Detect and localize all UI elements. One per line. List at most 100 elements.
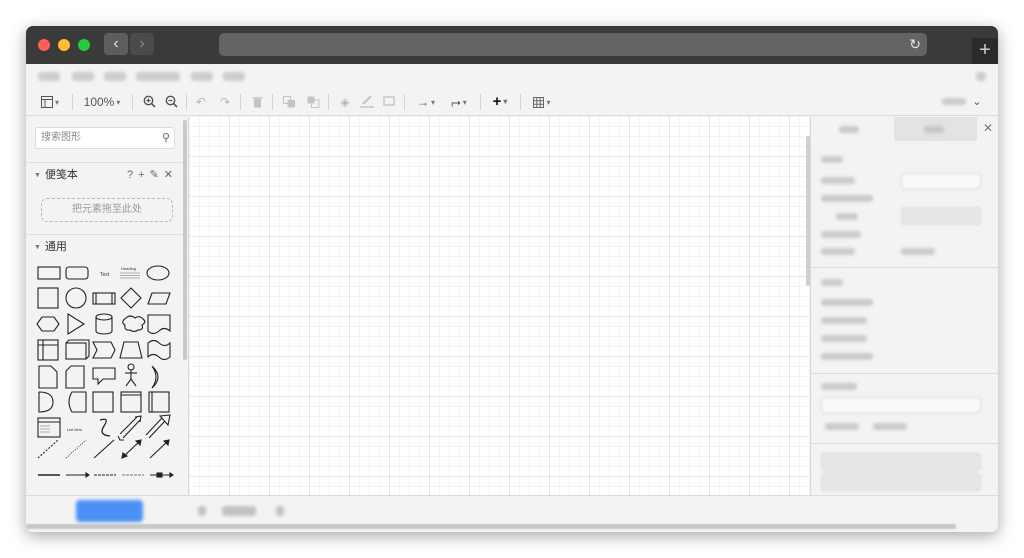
option-1[interactable] (821, 299, 873, 306)
zoom-out-button[interactable] (162, 93, 180, 111)
line-shape[interactable] (93, 439, 115, 459)
directional-connector-shape[interactable] (149, 439, 170, 459)
dotted-line-shape[interactable] (65, 439, 87, 459)
add-page-button[interactable] (276, 506, 284, 516)
toolbar-extra[interactable] (942, 98, 966, 105)
minimize-window-button[interactable] (58, 39, 70, 51)
collapse-toolbar-button[interactable]: ⌄ (970, 93, 984, 111)
internal-storage-shape[interactable] (37, 339, 59, 361)
page-view-option[interactable] (821, 195, 873, 202)
close-window-button[interactable] (38, 39, 50, 51)
delay-shape[interactable] (38, 391, 54, 413)
help-icon[interactable]: ? (127, 169, 138, 181)
tape-shape[interactable] (147, 339, 171, 361)
paper-size-select[interactable] (821, 397, 981, 413)
connection-style-button[interactable]: → ▾ (412, 93, 440, 111)
sidebar-scrollbar[interactable] (183, 120, 187, 360)
option-4[interactable] (821, 353, 873, 360)
curve-shape[interactable] (99, 418, 111, 437)
bidirectional-connector-shape[interactable] (121, 439, 142, 459)
labeled-connector-shape[interactable] (150, 471, 174, 479)
parallelogram-shape[interactable] (147, 292, 171, 305)
menu-item-5[interactable] (191, 72, 213, 81)
undo-button[interactable]: ↶ (192, 93, 210, 111)
landscape-option[interactable] (873, 423, 907, 430)
zoom-in-button[interactable] (140, 93, 158, 111)
delete-button[interactable] (248, 93, 266, 111)
note-shape[interactable] (38, 365, 58, 389)
menu-item-6[interactable] (223, 72, 245, 81)
cloud-shape[interactable] (122, 315, 146, 333)
hexagon-shape[interactable] (36, 316, 60, 332)
card-shape[interactable] (65, 365, 85, 389)
zoom-select[interactable]: 100% ▾ (78, 93, 126, 111)
cube-shape[interactable] (65, 339, 90, 360)
view-panels-button[interactable]: ▾ (38, 93, 62, 111)
ellipse-shape[interactable] (146, 265, 170, 281)
option-3[interactable] (821, 335, 867, 342)
actor-shape[interactable] (125, 363, 137, 387)
menu-item-1[interactable] (38, 72, 60, 81)
new-tab-button[interactable]: + (972, 38, 998, 64)
background-button[interactable] (901, 207, 981, 225)
scratchpad-header[interactable]: ▼ 便笺本 ?+✎✕ (26, 162, 184, 186)
shadow-button[interactable] (380, 93, 398, 111)
swimlane-shape[interactable] (92, 391, 114, 413)
waypoints-button[interactable]: ⮣ ▾ (444, 93, 474, 111)
scratchpad-dropzone[interactable]: 把元素拖至此处 (41, 198, 173, 222)
sketch-option[interactable] (901, 248, 935, 255)
table-button[interactable]: ▾ (528, 93, 556, 111)
general-header[interactable]: ▼ 通用 (26, 234, 184, 258)
data-storage-shape[interactable] (68, 391, 87, 413)
pages-menu-button[interactable] (198, 506, 206, 516)
menu-item-2[interactable] (72, 72, 94, 81)
diamond-shape[interactable] (120, 287, 142, 309)
trapezoid-shape[interactable] (119, 341, 143, 359)
page-horizontal-scrollbar[interactable] (26, 524, 956, 529)
page-tab[interactable] (222, 506, 256, 516)
triangle-shape[interactable] (67, 313, 86, 335)
list-item-shape[interactable]: List Item (67, 427, 83, 432)
close-icon[interactable]: ✕ (164, 169, 178, 181)
fill-color-button[interactable]: ◈ (336, 93, 354, 111)
callout-shape[interactable] (92, 367, 116, 386)
add-icon[interactable]: + (138, 169, 149, 181)
step-shape[interactable] (92, 341, 116, 359)
square-shape[interactable] (37, 287, 59, 309)
insert-button[interactable]: + ▾ (486, 93, 514, 111)
line-color-button[interactable] (358, 93, 376, 111)
forward-button[interactable]: › (130, 33, 154, 55)
fullscreen-toggle[interactable] (976, 72, 986, 81)
back-button[interactable]: ‹ (104, 33, 128, 55)
close-icon[interactable]: ✕ (983, 121, 993, 135)
vertical-container-shape[interactable] (148, 391, 170, 413)
circle-shape[interactable] (65, 287, 87, 309)
option-2[interactable] (821, 317, 867, 324)
background-color-option[interactable] (821, 231, 861, 238)
textbox-shape[interactable]: Heading (120, 266, 140, 279)
grid-option[interactable] (821, 177, 855, 184)
tab-style[interactable] (894, 117, 977, 141)
to-front-button[interactable] (280, 93, 298, 111)
zoom-window-button[interactable] (78, 39, 90, 51)
address-bar[interactable]: ↻ (219, 33, 927, 56)
container-shape[interactable] (120, 391, 142, 413)
process-shape[interactable] (92, 292, 116, 305)
document-wave-shape[interactable] (147, 314, 171, 335)
shape-search-input[interactable]: 搜索图形 ⚲ (35, 127, 175, 149)
or-shape[interactable] (151, 365, 159, 389)
reload-icon[interactable]: ↻ (909, 33, 921, 56)
diagram-canvas[interactable] (190, 117, 809, 495)
grid-size-field[interactable] (901, 173, 981, 189)
list-shape[interactable] (37, 417, 61, 438)
bidirectional-arrow-shape[interactable] (117, 415, 142, 441)
more-shapes-button[interactable] (76, 500, 143, 522)
rectangle-shape[interactable] (37, 266, 61, 280)
menu-item-3[interactable] (104, 72, 126, 81)
menu-item-4[interactable] (136, 72, 180, 81)
arrow-shape[interactable] (145, 414, 171, 439)
connector-arrow-shape[interactable] (66, 471, 90, 479)
cylinder-shape[interactable] (95, 313, 113, 335)
text-shape[interactable]: Text (100, 272, 110, 278)
edit-icon[interactable]: ✎ (150, 169, 164, 181)
